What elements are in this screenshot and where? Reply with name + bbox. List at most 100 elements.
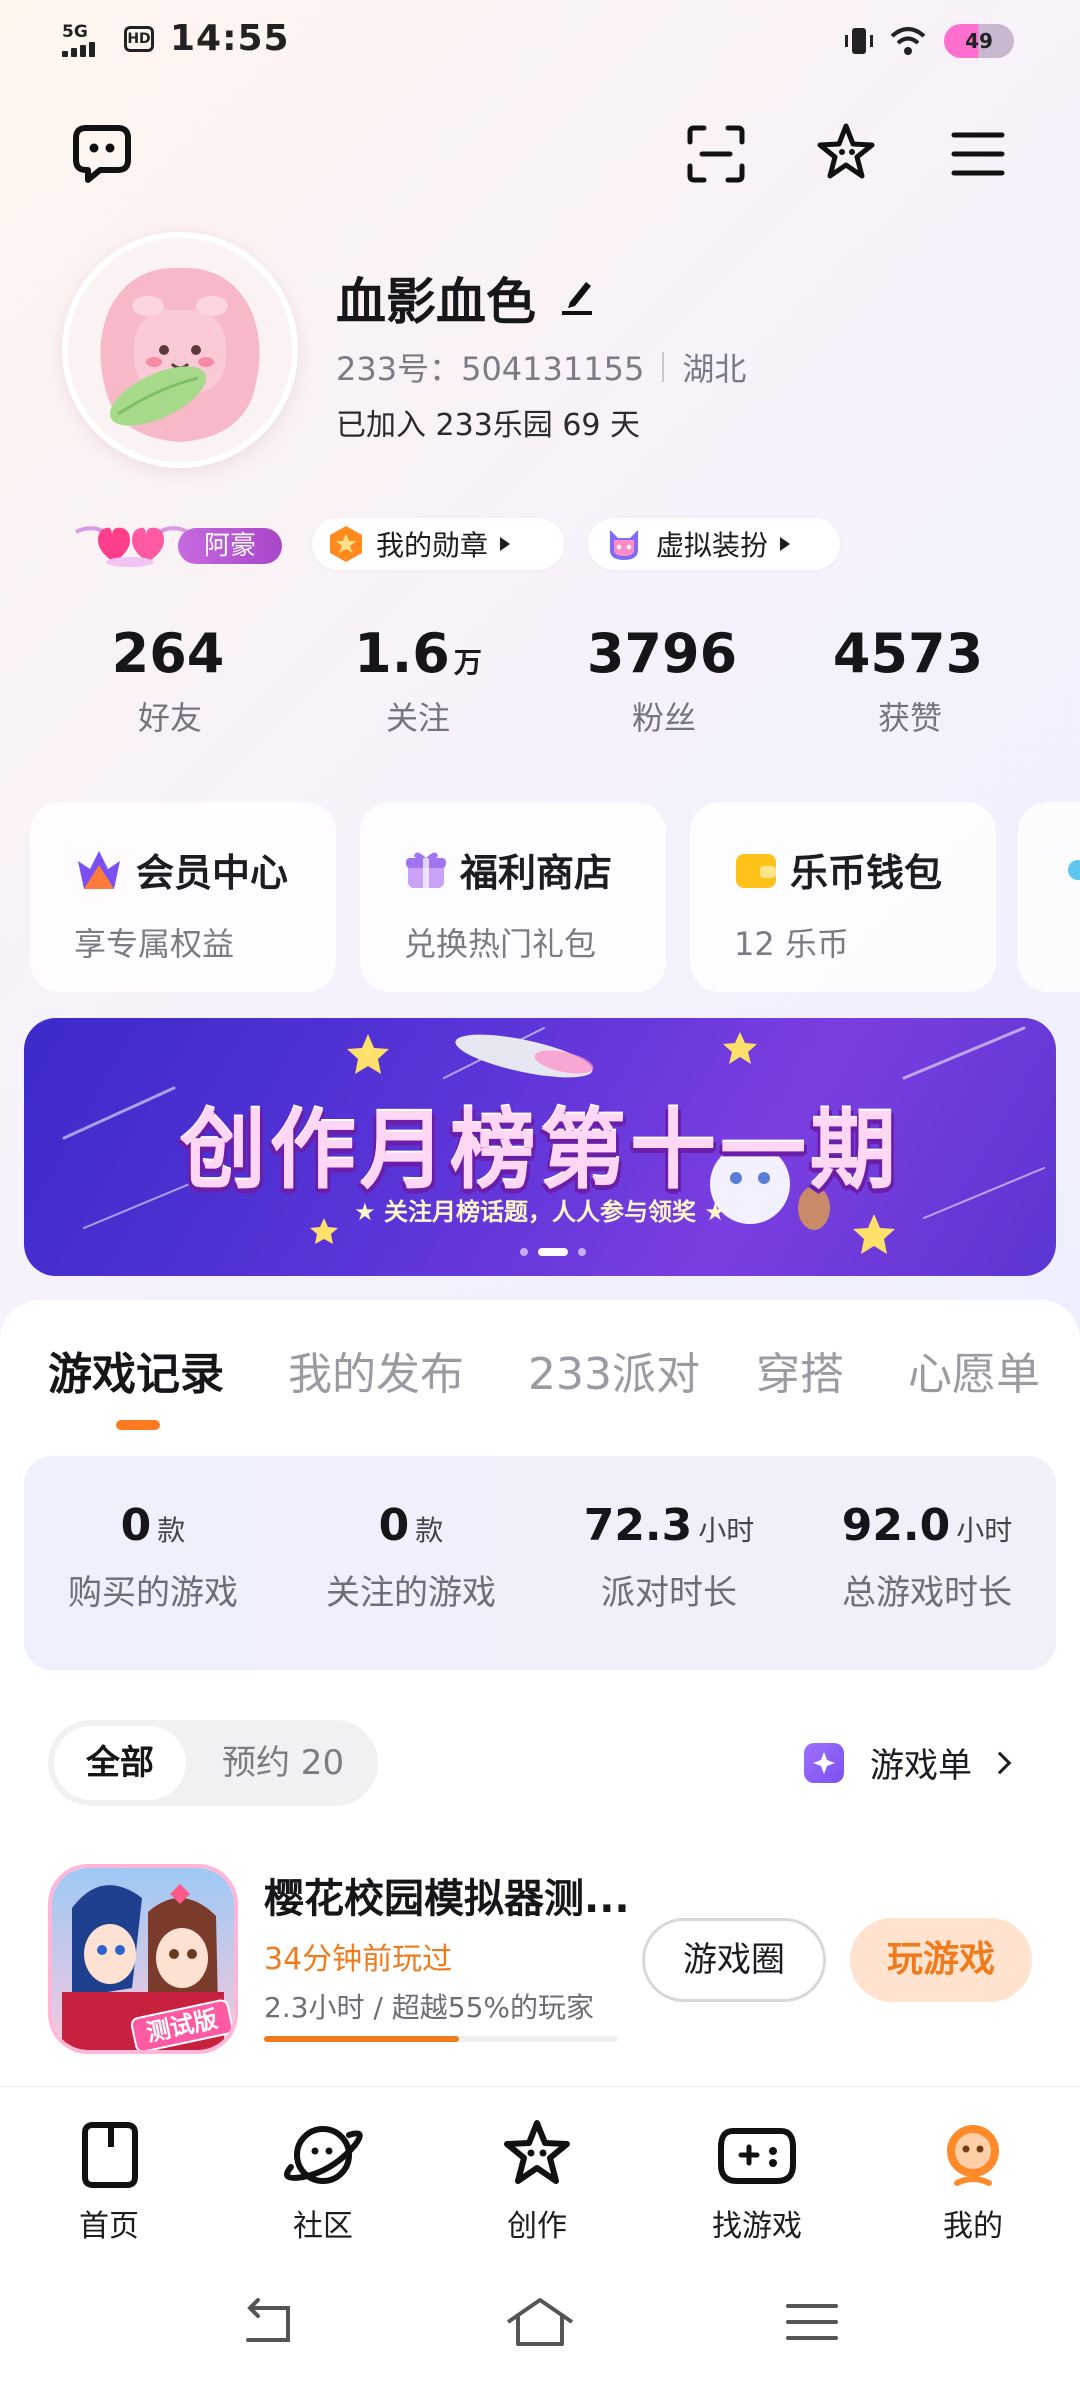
username: 血影血色 xyxy=(336,273,536,331)
play-progress-bar xyxy=(264,2036,618,2042)
chat-icon[interactable] xyxy=(66,116,138,188)
filter-reserved[interactable]: 预约 20 xyxy=(222,1720,344,1806)
home-button-icon[interactable] xyxy=(500,2292,580,2352)
card-title: 乐币钱包 xyxy=(790,851,943,895)
progress-fill xyxy=(264,2036,459,2042)
user-id: 233号：504131155 xyxy=(336,350,645,388)
card-subtitle: 12 乐币 xyxy=(734,925,849,963)
nav-label: 我的 xyxy=(943,2209,1003,2244)
divider xyxy=(662,352,665,382)
welfare-shop-card[interactable]: 福利商店 兑换热门礼包 xyxy=(360,802,666,992)
stat-following[interactable]: 1.6 万 关注 xyxy=(318,622,518,739)
vip-label: 阿豪 xyxy=(178,528,282,564)
coin-wallet-card[interactable]: 乐币钱包 12 乐币 xyxy=(690,802,996,992)
play-stats: 2.3小时 / 超越55%的玩家 xyxy=(264,1991,594,2024)
uid-line: 233号：504131155 湖北 xyxy=(336,344,746,390)
medal-icon xyxy=(330,526,362,562)
star-face-icon xyxy=(504,2120,570,2184)
medals-button[interactable]: 我的勋章 xyxy=(312,518,564,570)
stat-friends[interactable]: 264 好友 xyxy=(70,622,270,739)
avatar[interactable] xyxy=(62,232,298,468)
stat-label: 好友 xyxy=(137,699,202,737)
play-game-button[interactable]: 玩游戏 xyxy=(850,1918,1032,2002)
nav-home[interactable]: 首页 xyxy=(44,2117,174,2245)
game-list-icon xyxy=(804,1742,858,1783)
nav-mine[interactable]: 我的 xyxy=(908,2117,1038,2245)
menu-icon[interactable] xyxy=(942,118,1014,190)
vibrate-icon xyxy=(845,28,873,54)
hearts-icon xyxy=(75,526,189,567)
profile-icon xyxy=(947,2125,999,2186)
crown-icon xyxy=(78,850,120,889)
stat-likes[interactable]: 4573 获赞 xyxy=(810,622,1010,739)
game-list-button[interactable]: 游戏单 xyxy=(804,1738,1012,1787)
filter-all[interactable]: 全部 xyxy=(54,1726,186,1800)
tab-my-posts[interactable]: 我的发布 xyxy=(288,1338,464,1402)
nav-create[interactable]: 创作 xyxy=(472,2117,602,2245)
drop-icon xyxy=(1068,860,1080,880)
cat-face-icon xyxy=(610,530,638,560)
stat-party-time[interactable]: 72.3 小时 派对时长 xyxy=(540,1500,798,1614)
stat-fans[interactable]: 3796 粉丝 xyxy=(564,622,764,739)
star-icon[interactable] xyxy=(810,116,882,188)
wallet-icon xyxy=(736,853,776,888)
tab-233-party[interactable]: 233派对 xyxy=(528,1338,700,1402)
scan-icon[interactable] xyxy=(680,118,752,190)
chevron-right-icon xyxy=(988,1751,1012,1774)
more-card-peek[interactable] xyxy=(1018,802,1080,992)
tab-wishlist[interactable]: 心愿单 xyxy=(908,1338,1040,1402)
vip-center-card[interactable]: 会员中心 享专属权益 xyxy=(30,802,336,992)
gift-icon xyxy=(406,851,446,888)
battery-icon: 49 xyxy=(944,24,1014,58)
hd-icon: HD xyxy=(124,26,154,52)
system-nav-bar xyxy=(0,2246,1080,2400)
promo-banner[interactable]: 创作月榜第十一期 ★ 关注月榜话题，人人参与领奖 ★ xyxy=(24,1018,1056,1276)
network-type: 5G xyxy=(62,22,88,42)
stat-purchased-games[interactable]: 0款 购买的游戏 xyxy=(24,1500,282,1614)
nav-label: 社区 xyxy=(293,2209,353,2244)
game-circle-button[interactable]: 游戏圈 xyxy=(642,1918,826,2002)
stat-label: 获赞 xyxy=(877,699,942,737)
nav-label: 首页 xyxy=(79,2209,139,2244)
dressup-label: 虚拟装扮 xyxy=(656,529,769,562)
triangle-right-icon xyxy=(500,537,511,551)
card-title: 会员中心 xyxy=(136,851,289,895)
back-icon[interactable] xyxy=(228,2292,308,2352)
nav-label: 创作 xyxy=(507,2209,567,2244)
banner-subtitle: ★ 关注月榜话题，人人参与领奖 ★ xyxy=(354,1198,726,1226)
stat-label: 粉丝 xyxy=(631,699,696,737)
card-subtitle: 兑换热门礼包 xyxy=(404,925,597,963)
wifi-icon xyxy=(890,27,926,55)
signal-icon xyxy=(62,42,95,57)
tab-indicator xyxy=(116,1420,160,1430)
banner-title: 创作月榜第十一期 xyxy=(180,1101,900,1201)
stat-followed-games[interactable]: 0款 关注的游戏 xyxy=(282,1500,540,1614)
carousel-indicator xyxy=(520,1248,586,1256)
stat-total-game-time[interactable]: 92.0 小时 总游戏时长 xyxy=(798,1500,1056,1614)
game-filter-toggle: 全部 预约 20 xyxy=(48,1720,378,1806)
status-bar: 5G HD 14:55 49 xyxy=(0,0,1080,80)
game-icon[interactable]: 测试版 xyxy=(48,1864,238,2054)
joined-days: 已加入 233乐园 69 天 xyxy=(336,408,641,443)
nav-community[interactable]: 社区 xyxy=(258,2117,388,2245)
bottom-nav: 首页 社区 创作 找游戏 我的 xyxy=(0,2086,1080,2246)
tab-game-records[interactable]: 游戏记录 xyxy=(48,1338,224,1402)
tab-outfits[interactable]: 穿搭 xyxy=(756,1338,844,1402)
game-list-label: 游戏单 xyxy=(870,1746,972,1786)
clock: 14:55 xyxy=(170,18,290,59)
dressup-button[interactable]: 虚拟装扮 xyxy=(588,518,840,570)
nav-label: 找游戏 xyxy=(712,2209,802,2244)
region: 湖北 xyxy=(682,350,747,388)
planet-icon xyxy=(284,2126,363,2184)
edit-icon[interactable] xyxy=(560,276,594,316)
recents-icon[interactable] xyxy=(772,2292,852,2352)
card-subtitle: 享专属权益 xyxy=(74,925,235,963)
stat-label: 关注 xyxy=(385,699,450,737)
card-title: 福利商店 xyxy=(460,851,613,895)
nav-find-games[interactable]: 找游戏 xyxy=(692,2117,822,2245)
gamepad-icon xyxy=(718,2128,796,2184)
game-title[interactable]: 樱花校园模拟器测... xyxy=(264,1866,630,1924)
last-played: 34分钟前玩过 xyxy=(264,1942,453,1977)
triangle-right-icon xyxy=(780,537,791,551)
vip-badge[interactable]: 阿豪 xyxy=(72,518,288,570)
